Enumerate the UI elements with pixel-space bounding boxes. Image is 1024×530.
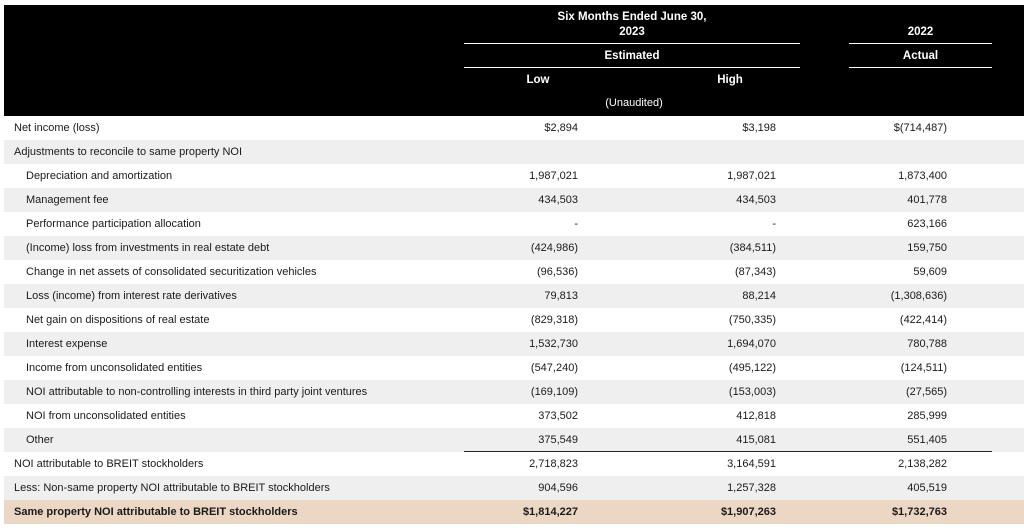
high-heading: High [717, 74, 743, 86]
low-value: 904,596 [538, 482, 578, 494]
row-label: Loss (income) from interest rate derivat… [26, 290, 237, 302]
row-label: Less: Non-same property NOI attributable… [14, 482, 330, 494]
row-label: (Income) loss from investments in real e… [26, 242, 270, 254]
table-row: NOI attributable to BREIT stockholders 2… [4, 452, 1024, 476]
actual-value: 1,873,400 [898, 170, 947, 182]
actual-value: (422,414) [899, 314, 947, 326]
actual-heading: Actual [902, 50, 939, 62]
row-label: Income from unconsolidated entities [26, 362, 203, 374]
table-row: Change in net assets of consolidated sec… [4, 260, 1024, 284]
table-row: Net gain on dispositions of real estate … [4, 308, 1024, 332]
high-value: 3,164,591 [727, 458, 776, 470]
actual-value: (1,308,636) [890, 290, 947, 302]
low-value: (96,536) [537, 266, 578, 278]
table-row: (Income) loss from investments in real e… [4, 236, 1024, 260]
high-value: $1,907,263 [720, 506, 776, 518]
low-value: $1,814,227 [522, 506, 578, 518]
row-label: NOI attributable to BREIT stockholders [14, 458, 204, 470]
row-label: NOI attributable to non-controlling inte… [26, 386, 368, 398]
period-heading-line1: Six Months Ended June 30, [557, 11, 707, 23]
row-label: Net gain on dispositions of real estate [26, 314, 210, 326]
row-label: Adjustments to reconcile to same propert… [14, 146, 243, 158]
header-rule-estimated-bottom [464, 67, 800, 68]
table-row: Loss (income) from interest rate derivat… [4, 284, 1024, 308]
header-rule-actual-top [849, 43, 992, 44]
unaudited-note: (Unaudited) [605, 97, 663, 109]
high-value: 88,214 [742, 290, 776, 302]
noi-reconciliation-table: Six Months Ended June 30, 2023 2022 Esti… [0, 0, 1024, 530]
row-label: Interest expense [26, 338, 108, 350]
high-value: 415,081 [736, 434, 776, 446]
high-value: 412,818 [736, 410, 776, 422]
row-label: Net income (loss) [14, 122, 100, 134]
high-value: 434,503 [736, 194, 776, 206]
table-row: Performance participation allocation - -… [4, 212, 1024, 236]
low-value: 434,503 [538, 194, 578, 206]
table-row: Management fee 434,503 434,503 401,778 [4, 188, 1024, 212]
actual-value: 401,778 [907, 194, 947, 206]
table-row: Other 375,549 415,081 551,405 [4, 428, 1024, 452]
high-value: 1,987,021 [727, 170, 776, 182]
table-header: Six Months Ended June 30, 2023 2022 Esti… [4, 5, 1024, 116]
high-value: 1,257,328 [727, 482, 776, 494]
actual-value: 2,138,282 [898, 458, 947, 470]
low-value: 1,532,730 [529, 338, 578, 350]
high-value: 1,694,070 [727, 338, 776, 350]
row-label: NOI from unconsolidated entities [26, 410, 186, 422]
low-heading: Low [526, 74, 550, 86]
low-value: 375,549 [538, 434, 578, 446]
prior-year-heading: 2022 [907, 26, 934, 38]
row-label: Same property NOI attributable to BREIT … [14, 506, 298, 518]
header-rule-actual-bottom [849, 67, 992, 68]
low-value: (547,240) [530, 362, 578, 374]
table-row: NOI attributable to non-controlling inte… [4, 380, 1024, 404]
estimated-heading: Estimated [604, 50, 660, 62]
actual-value: (124,511) [900, 362, 947, 374]
subtotal-rule [464, 451, 992, 452]
actual-value: 551,405 [907, 434, 947, 446]
high-value: (750,335) [728, 314, 776, 326]
actual-value: $(714,487) [893, 122, 947, 134]
table-row: Depreciation and amortization 1,987,021 … [4, 164, 1024, 188]
actual-value: 623,166 [907, 218, 947, 230]
high-value: (153,003) [728, 386, 776, 398]
table-row: Interest expense 1,532,730 1,694,070 780… [4, 332, 1024, 356]
row-label: Depreciation and amortization [26, 170, 173, 182]
period-heading-line2: 2023 [619, 26, 645, 38]
table-row: Adjustments to reconcile to same propert… [4, 140, 1024, 164]
actual-value: $1,732,763 [891, 506, 947, 518]
high-value: - [772, 218, 776, 230]
table-row: Income from unconsolidated entities (547… [4, 356, 1024, 380]
low-value: 1,987,021 [529, 170, 578, 182]
table-row: NOI from unconsolidated entities 373,502… [4, 404, 1024, 428]
actual-value: 780,788 [907, 338, 947, 350]
row-label: Change in net assets of consolidated sec… [26, 266, 317, 278]
low-value: (424,986) [530, 242, 578, 254]
actual-value: 285,999 [907, 410, 947, 422]
low-value: 79,813 [544, 290, 578, 302]
table-row: Net income (loss) $2,894 $3,198 $(714,48… [4, 116, 1024, 140]
high-value: (384,511) [729, 242, 776, 254]
table-row: Less: Non-same property NOI attributable… [4, 476, 1024, 500]
row-label: Management fee [26, 194, 109, 206]
low-value: (829,318) [530, 314, 578, 326]
header-rule-estimated-top [464, 43, 800, 44]
low-value: (169,109) [530, 386, 578, 398]
high-value: (87,343) [735, 266, 776, 278]
actual-value: (27,565) [906, 386, 947, 398]
row-label: Performance participation allocation [26, 218, 201, 230]
high-value: $3,198 [742, 122, 776, 134]
actual-value: 159,750 [907, 242, 947, 254]
high-value: (495,122) [728, 362, 776, 374]
row-label: Other [26, 434, 54, 446]
table-body: Net income (loss) $2,894 $3,198 $(714,48… [4, 116, 1024, 524]
actual-value: 59,609 [913, 266, 947, 278]
low-value: - [574, 218, 578, 230]
low-value: 373,502 [538, 410, 578, 422]
total-row: Same property NOI attributable to BREIT … [4, 500, 1024, 524]
low-value: 2,718,823 [529, 458, 578, 470]
actual-value: 405,519 [907, 482, 947, 494]
low-value: $2,894 [544, 122, 578, 134]
